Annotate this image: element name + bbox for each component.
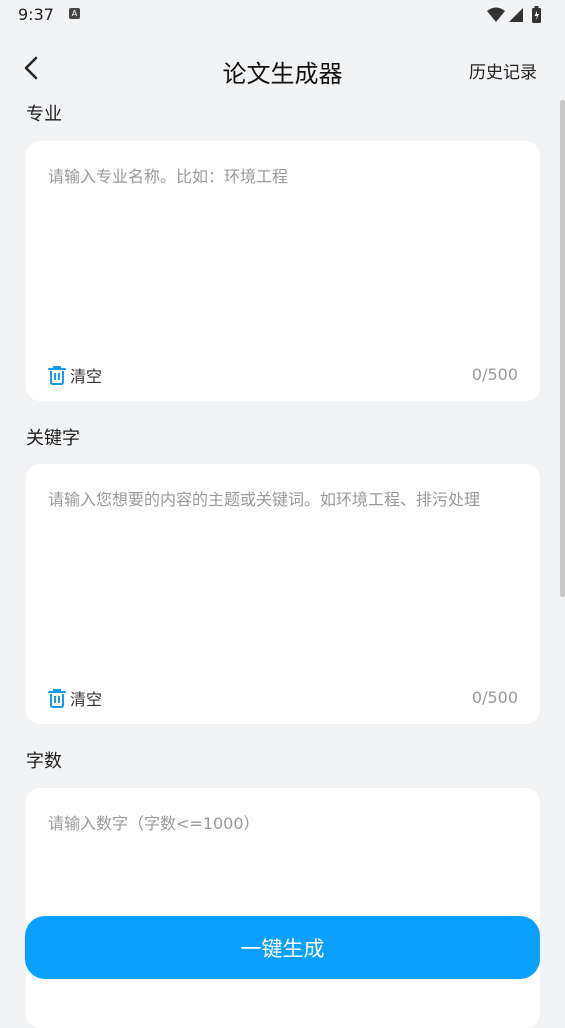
major-char-count: 0/500 (471, 365, 518, 384)
major-input[interactable] (48, 163, 518, 353)
wifi-icon (487, 7, 505, 22)
a-icon: A (69, 8, 80, 19)
word-count-card (26, 788, 540, 1028)
battery-icon (532, 6, 541, 23)
major-label: 专业 (26, 104, 62, 125)
status-bar: 9:37 A (0, 0, 565, 32)
trash-icon (48, 366, 66, 385)
major-card: 清空 0/500 (26, 141, 540, 401)
word-count-label: 字数 (26, 751, 62, 772)
history-button[interactable]: 历史记录 (469, 58, 537, 83)
keywords-clear-button[interactable]: 清空 (48, 687, 102, 709)
clear-label: 清空 (70, 690, 103, 709)
word-count-input[interactable] (48, 810, 518, 910)
app-bar: 论文生成器 历史记录 (0, 40, 565, 100)
scrollbar[interactable] (560, 100, 565, 597)
keywords-card: 清空 0/500 (26, 464, 540, 724)
status-time: 9:37 (18, 5, 54, 24)
generate-button[interactable]: 一键生成 (25, 916, 540, 979)
clear-label: 清空 (70, 367, 103, 386)
signal-icon (509, 8, 523, 22)
keywords-label: 关键字 (26, 428, 80, 449)
keywords-input[interactable] (48, 486, 518, 676)
trash-icon (48, 689, 66, 708)
keywords-char-count: 0/500 (471, 688, 518, 707)
status-icons (487, 6, 541, 23)
major-clear-button[interactable]: 清空 (48, 364, 102, 386)
